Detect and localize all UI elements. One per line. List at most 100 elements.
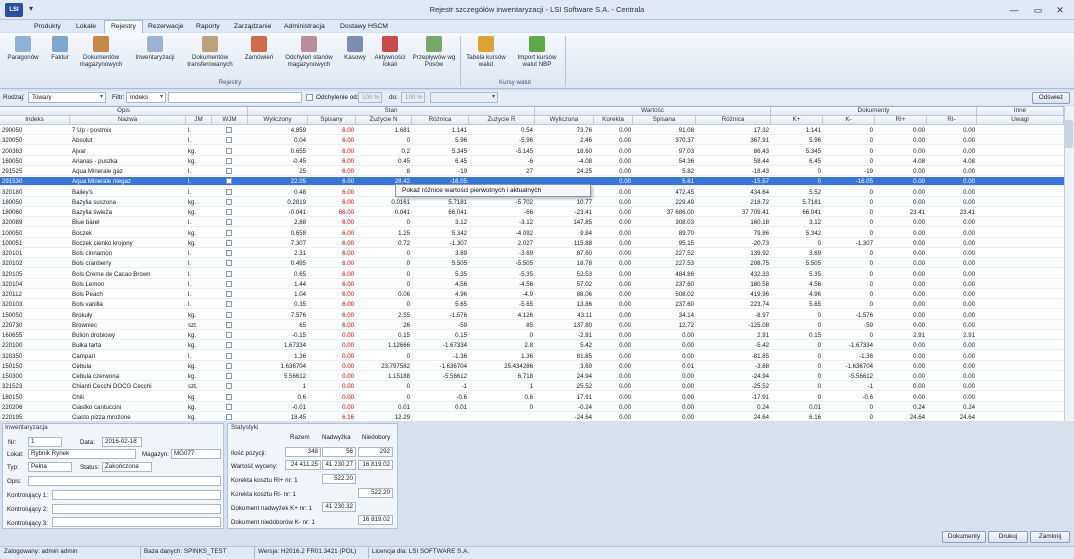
header-indeks[interactable]: Indeks [0,116,70,125]
wjm-checkbox[interactable] [226,260,232,267]
nr-field[interactable]: 1 [28,437,62,447]
header-spisany[interactable]: Spisany [308,116,356,125]
menu-rezerwacje[interactable]: Rezerwacje [142,21,190,33]
table-row[interactable]: 100051 Boczek cienko krojony kg. 7.307 6.00 0… [0,238,1064,248]
header-ri-plus[interactable]: RI+ [875,116,927,125]
table-row[interactable]: 180050 Bazylia suszona kg. 0.2819 6.00 0.0161… [0,197,1064,207]
wjm-checkbox[interactable] [226,352,232,359]
table-row[interactable]: 291525 Aqua Minerale gaz l. 25 6.00 8 -19 27 24.… [0,167,1064,176]
zamknij-button[interactable]: Zamknij [1030,531,1070,543]
rejestr-faktur-button[interactable]: Faktur [46,36,74,61]
table-row[interactable]: 100050 Boczek kg. 0.658 6.00 1.25 5.342 -4.092 9… [0,229,1064,238]
rejestr-kasowy-button[interactable]: Kasowy [340,36,370,61]
table-row[interactable]: 220100 Bułka tarta kg. 1.67334 0.00 1.12666 -1… [0,341,1064,351]
wjm-checkbox[interactable] [226,342,232,349]
table-row[interactable]: 320102 Bols cranberry l. 0.495 6.00 0 5.505 -5.… [0,259,1064,269]
wjm-checkbox[interactable] [226,321,232,328]
wjm-checkbox[interactable] [226,178,232,185]
maximize-button[interactable]: ▭ [1028,3,1048,17]
wjm-checkbox[interactable] [226,188,232,195]
rodzaj-select[interactable]: Towary [28,92,106,103]
wjm-checkbox[interactable] [226,311,232,318]
header-nazwa[interactable]: Nazwa [70,116,186,125]
wjm-checkbox[interactable] [226,198,232,205]
table-row[interactable]: 220206 Ciastko cantuccini kg. -0.01 0.00 0.01… [0,402,1064,412]
context-menu-item[interactable]: Pokaż różnice wartości pierwotnych i akt… [395,184,591,197]
header-roznica-wartosc[interactable]: Różnica [696,116,771,125]
tabela-kursow-button[interactable]: Tabela kursów walut [464,36,508,68]
menu-produkty[interactable]: Produkty [28,21,67,33]
wjm-checkbox[interactable] [226,250,232,256]
minimize-button[interactable]: — [1004,3,1024,17]
wjm-checkbox[interactable] [226,209,232,215]
rejestr-paragonow-button[interactable]: Paragonów [6,36,40,61]
wjm-checkbox[interactable] [226,362,232,369]
header-korekta[interactable]: Korekta [594,116,633,125]
table-row[interactable]: 220730 Browniec szt. 65 6.00 26 -59 85 137.80 0.0… [0,320,1064,330]
wjm-checkbox[interactable] [226,280,232,287]
header-spisana[interactable]: Spisana [633,116,696,125]
header-roznica-stan[interactable]: Różnica [412,116,469,125]
odchylenie-do-input[interactable]: 100 % [401,92,425,103]
table-row[interactable]: 150050 Brokuły kg. 7.576 6.00 2.55 -1.576 4.126… [0,311,1064,320]
rejestr-zamowien-button[interactable]: Zamówień [240,36,278,61]
dokumenty-button[interactable]: Dokumenty [942,531,986,543]
rejestr-dokumentow-magazynowych-button[interactable]: Dokumentów magazynowych [76,36,126,68]
search-input[interactable] [168,92,302,103]
header-wyliczona[interactable]: Wyliczona [535,116,594,125]
kontrolujacy-1-field[interactable] [52,490,221,500]
header-zuzycie-n[interactable]: Zużycie N [356,116,412,125]
header-jm[interactable]: JM [186,116,212,125]
table-row[interactable]: 320103 Bols vanilla l. 0.35 6.00 0 5.65 -5.65 13… [0,300,1064,310]
table-row[interactable]: 320350 Campari l. 1.36 0.00 0 -1.36 1.36 81.85 0.… [0,352,1064,361]
rejestr-inwentaryzacji-button[interactable]: Inwentaryzacji [130,36,180,61]
wjm-checkbox[interactable] [226,147,232,154]
status-field[interactable]: Zakończona [102,462,152,472]
wjm-checkbox[interactable] [226,229,232,236]
odchylenie-type-select[interactable] [430,92,498,103]
data-field[interactable]: 2016-02-18 [102,437,142,447]
grid-scroll-thumb[interactable] [1065,120,1073,148]
header-wyliczony[interactable]: Wyliczony [248,116,308,125]
wjm-checkbox[interactable] [226,373,232,379]
table-row[interactable]: 160655 Bulion drobiowy kg. -0.15 0.00 0.15 0.1… [0,331,1064,340]
table-row[interactable]: 200363 Ajvar kg. 0.655 6.00 0.2 5.345 -5.145 18.… [0,147,1064,156]
table-row[interactable]: 320104 Bols Lemon l. 1.44 6.00 0 4.56 -4.56 57.0… [0,279,1064,289]
header-wjm[interactable]: WJM [212,116,248,125]
table-row[interactable]: 180060 Bazylia świeża kg. -0.041 66.00 0.041 6… [0,208,1064,217]
odchylenie-checkbox[interactable] [306,94,313,101]
table-row[interactable]: 160050 Ananas - puszka kg. -0.45 6.00 0.45 6.4… [0,156,1064,166]
table-row[interactable]: 320050 Absolut l. 0.04 6.00 0 5.96 -5.96 2.46 0.0… [0,136,1064,146]
table-row[interactable]: 320112 Bols Peach l. 1.04 6.00 0.06 4.96 -4.9 88… [0,290,1064,299]
rejestr-dokumentow-transferowanych-button[interactable]: Dokumentów transferowanych [182,36,238,68]
import-kursow-button[interactable]: Import kursów walut NBP [512,36,562,68]
table-row[interactable]: 180150 Chili kg. 0.6 0.00 0 -0.6 0.6 17.91 0.00 0.… [0,393,1064,402]
grid-scrollbar[interactable] [1064,106,1074,421]
table-row[interactable]: 320089 Blue barel l. 2.88 6.00 0 3.12 -3.12 147.… [0,218,1064,228]
table-row[interactable]: 320105 Bols Creme de Cacao Brown l. 0.65 6.0… [0,270,1064,279]
drukuj-button[interactable]: Drukuj [988,531,1028,543]
typ-field[interactable]: Pełna [28,462,72,472]
odchylenie-od-input[interactable]: 100 % [358,92,382,103]
rejestr-odchylen-button[interactable]: Odchyleń stanów magazynowych [280,36,338,68]
menu-raporty[interactable]: Raporty [190,21,226,33]
header-ri-minus[interactable]: RI- [927,116,977,125]
magazyn-field[interactable]: MG077 [171,449,221,459]
menu-zarzadzanie[interactable]: Zarządzanie [228,21,277,33]
wjm-checkbox[interactable] [226,414,232,420]
wjm-checkbox[interactable] [226,393,232,400]
table-row[interactable]: 150150 Cebula kg. 1.636704 0.00 23.797582 -1.6… [0,361,1064,371]
wjm-checkbox[interactable] [226,270,232,277]
lokal-field[interactable]: Rybnik Rynek [28,449,136,459]
header-uwagi[interactable]: Uwagi [977,116,1064,125]
wjm-checkbox[interactable] [226,127,232,133]
kontrolujacy-2-field[interactable] [52,504,221,514]
wjm-checkbox[interactable] [226,137,232,144]
table-row[interactable]: 320101 Bols cinnamon l. 2.31 6.00 0 3.69 -3.69 8… [0,249,1064,258]
wjm-checkbox[interactable] [226,239,232,246]
header-zuzycie-r[interactable]: Zużycie R [469,116,535,125]
odswiez-button[interactable]: Odśwież [1032,92,1070,104]
header-k-plus[interactable]: K+ [771,116,823,125]
wjm-checkbox[interactable] [226,157,232,164]
menu-administracja[interactable]: Administracja [278,21,331,33]
